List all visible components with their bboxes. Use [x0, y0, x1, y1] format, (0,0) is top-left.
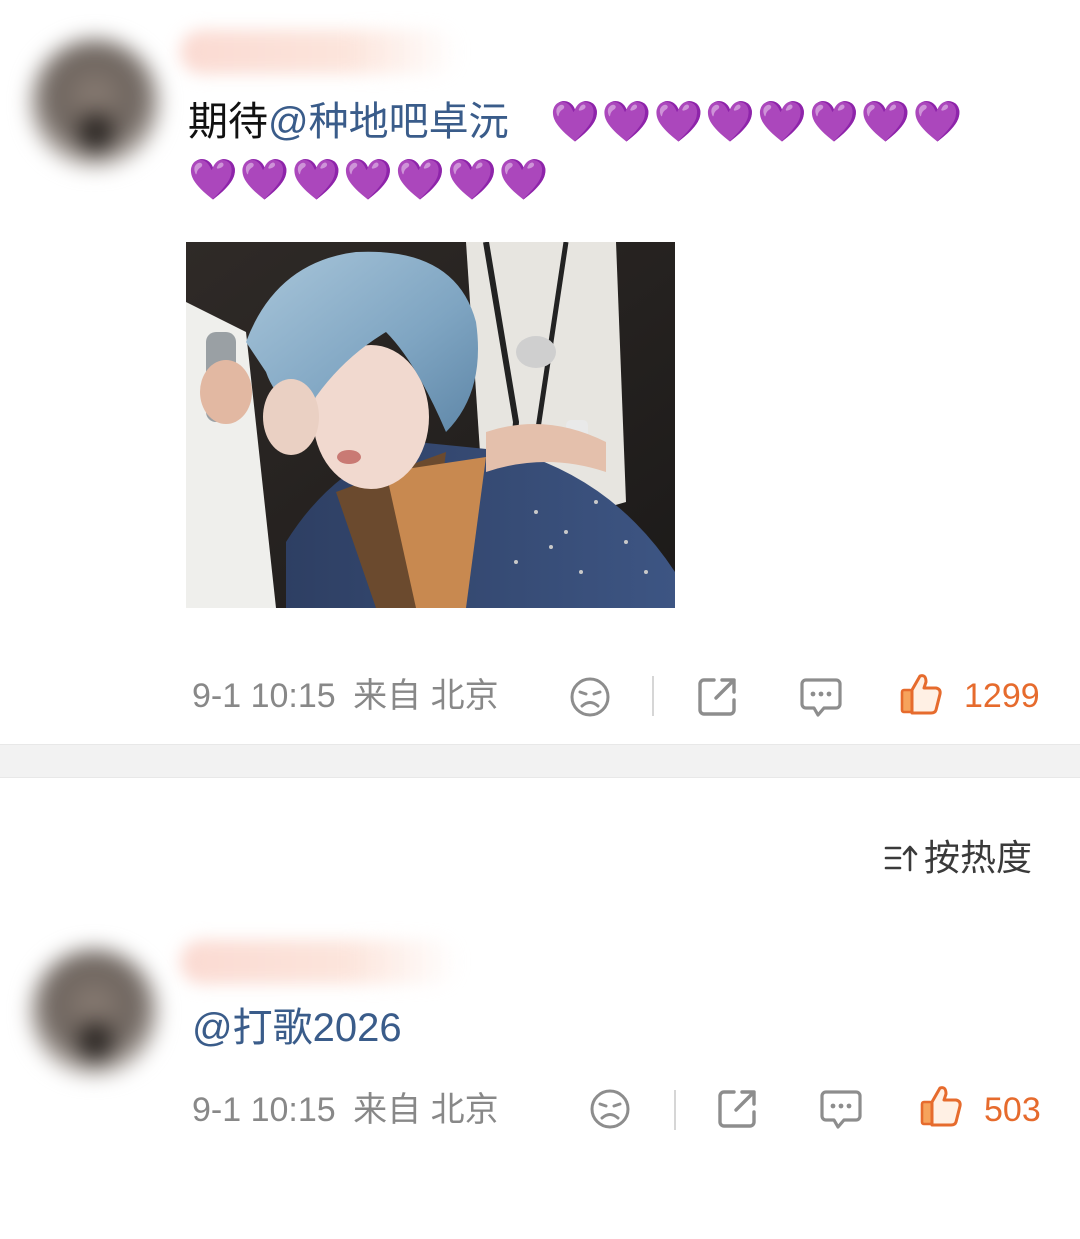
comment-like-count: 503 — [984, 1091, 1041, 1129]
post-image[interactable] — [186, 242, 675, 608]
comment-dislike-icon[interactable] — [588, 1087, 632, 1131]
post-hearts-line2: 💜💜💜💜💜💜💜 — [188, 158, 551, 202]
comment-time: 9-1 10:15 — [192, 1091, 336, 1129]
post-text-prefix: 期待 — [188, 100, 268, 144]
post-meta: 9-1 10:15 来自 北京 — [192, 674, 499, 718]
share-icon[interactable] — [696, 674, 740, 718]
post-hearts-row: 💜💜💜💜💜💜💜💜 — [550, 94, 1020, 159]
comment-source: 来自 北京 — [353, 1091, 499, 1129]
post-like-count: 1299 — [964, 677, 1040, 715]
sort-icon — [884, 843, 918, 873]
comment-author-name-blurred[interactable] — [180, 940, 460, 984]
post-source: 来自 北京 — [353, 677, 499, 715]
comment-meta-separator — [674, 1090, 676, 1130]
sort-label: 按热度 — [924, 837, 1033, 878]
post-time: 9-1 10:15 — [192, 677, 336, 715]
dislike-icon[interactable] — [568, 675, 612, 719]
section-divider — [0, 744, 1080, 778]
sort-by-hot-button[interactable]: 按热度 — [884, 836, 1032, 880]
comment-like-icon[interactable] — [918, 1082, 964, 1130]
comment-share-icon[interactable] — [716, 1086, 760, 1130]
post-image-illustration — [186, 242, 675, 608]
comment-mention-link[interactable]: @打歌2026 — [192, 1000, 402, 1056]
post-author-name-blurred[interactable] — [180, 30, 460, 74]
like-icon[interactable] — [898, 670, 944, 718]
meta-separator — [652, 676, 654, 716]
comment-author-avatar[interactable] — [30, 948, 158, 1076]
post-hearts-row-2: 💜💜💜💜💜💜💜 — [188, 152, 708, 217]
comment-meta: 9-1 10:15 来自 北京 — [192, 1088, 499, 1132]
post-mention-link[interactable]: @种地吧卓沅 — [268, 100, 509, 144]
comment-icon[interactable] — [798, 674, 844, 720]
post-author-avatar[interactable] — [30, 38, 160, 168]
post-hearts-line1: 💜💜💜💜💜💜💜💜 — [550, 100, 965, 144]
comment-reply-icon[interactable] — [818, 1086, 864, 1132]
